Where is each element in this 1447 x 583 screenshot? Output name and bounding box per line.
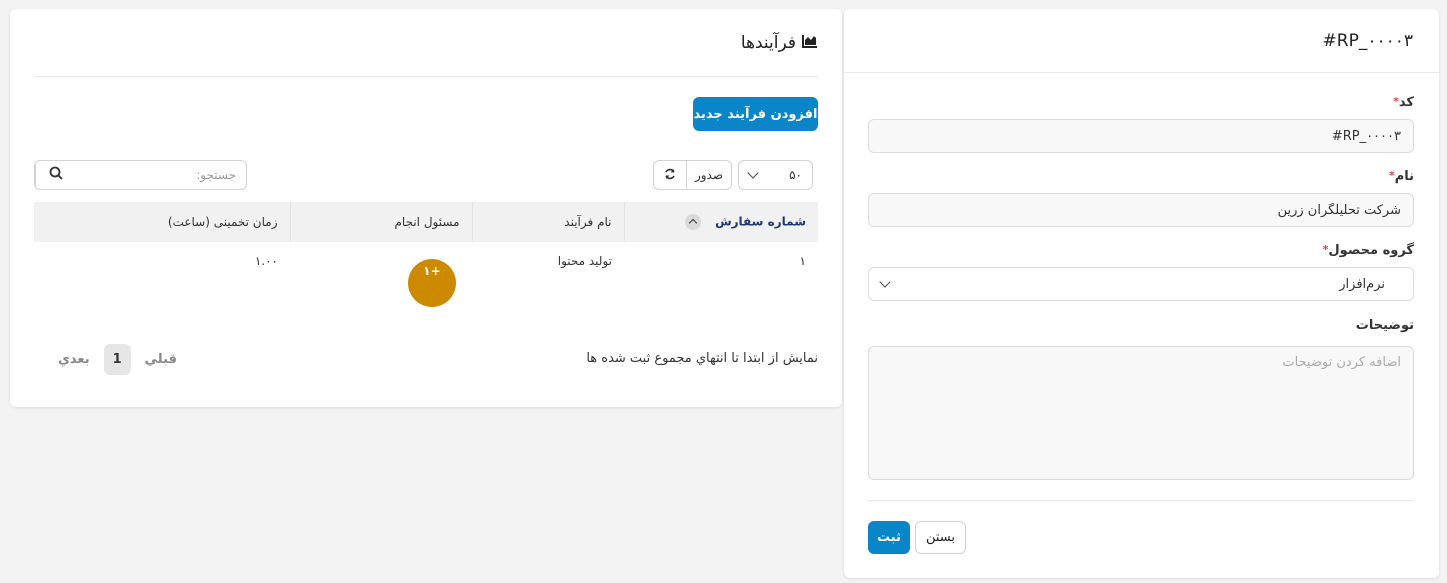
chart-area-icon xyxy=(802,33,818,53)
pagination-page-1[interactable]: 1 xyxy=(103,344,131,375)
search-button[interactable] xyxy=(35,161,76,189)
page-size-select[interactable]: ۵۰ xyxy=(738,160,813,190)
pagination: بعدي 1 قبلي xyxy=(58,344,177,375)
table-header-row: شماره سفارش نام فرآیند مسئول انجام زمان … xyxy=(34,202,818,242)
product-group-label: گروه محصول* xyxy=(1322,243,1414,258)
code-label: کد* xyxy=(1393,95,1414,110)
processes-panel: فرآیندها افزودن فرآیند جدید ۵۰ صدور جستج… xyxy=(10,9,842,407)
column-order-no[interactable]: شماره سفارش xyxy=(623,202,818,242)
product-group-value: نرم‌افزار xyxy=(1339,276,1385,292)
description-label: توضیحات xyxy=(1355,318,1414,333)
cell-process-name: تولید محتوا xyxy=(557,254,612,268)
column-process-name[interactable]: نام فرآیند xyxy=(471,202,624,242)
form-footer-divider xyxy=(868,500,1414,501)
product-group-select[interactable]: نرم‌افزار xyxy=(868,267,1414,301)
pagination-next[interactable]: بعدي xyxy=(58,352,90,367)
processes-title: فرآیندها xyxy=(741,33,818,53)
close-button[interactable]: بستن xyxy=(915,521,966,554)
search-box xyxy=(34,160,247,190)
cell-order-no: ۱ xyxy=(799,254,806,268)
description-textarea[interactable] xyxy=(868,346,1414,480)
table-info-text: نمایش از ابتدا تا انتهاي مجموع ثبت شده ه… xyxy=(586,351,818,366)
name-input[interactable] xyxy=(868,193,1414,227)
name-label: نام* xyxy=(1388,169,1414,184)
form-title: #RP_۰۰۰۰۳ xyxy=(1322,30,1413,51)
refresh-button[interactable] xyxy=(653,160,687,190)
chevron-down-icon xyxy=(879,276,891,288)
search-input[interactable] xyxy=(76,161,246,189)
code-input[interactable] xyxy=(868,119,1414,153)
page-size-value: ۵۰ xyxy=(789,168,802,182)
submit-button[interactable]: ثبت xyxy=(868,521,910,554)
header-divider xyxy=(34,76,818,77)
refresh-icon xyxy=(664,168,676,183)
sort-ascending-icon[interactable] xyxy=(684,214,701,230)
processes-title-text: فرآیندها xyxy=(740,33,796,53)
column-estimated-hours[interactable]: زمان تخمینی (ساعت) xyxy=(34,202,290,242)
cell-estimated-hours: ۱.۰۰ xyxy=(254,254,278,268)
assignee-avatar-badge[interactable]: ۱+ xyxy=(408,259,456,307)
column-assignee[interactable]: مسئول انجام xyxy=(289,202,472,242)
add-process-button[interactable]: افزودن فرآیند جدید xyxy=(693,97,818,131)
form-header: #RP_۰۰۰۰۳ xyxy=(844,9,1439,73)
record-form-panel: #RP_۰۰۰۰۳ کد* نام* گروه محصول* نرم‌افزار… xyxy=(844,9,1439,578)
search-icon xyxy=(49,166,63,184)
pagination-prev[interactable]: قبلي xyxy=(145,352,177,367)
chevron-down-icon xyxy=(747,167,759,179)
export-button[interactable]: صدور xyxy=(686,160,732,190)
